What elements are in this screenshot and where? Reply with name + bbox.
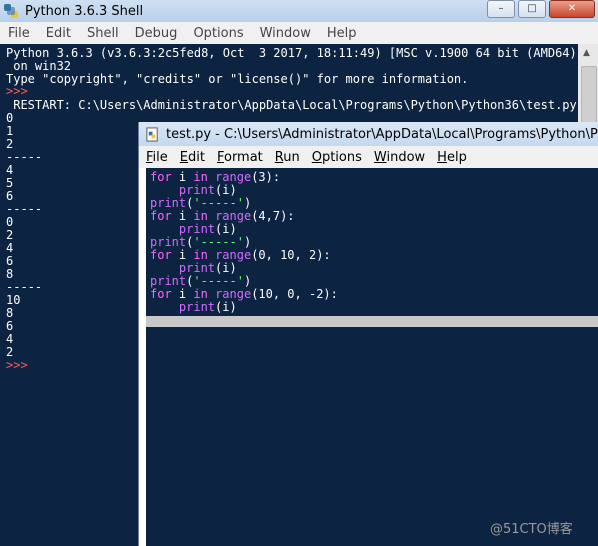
builtin-token: print [178, 300, 216, 314]
scroll-up-icon[interactable]: ▲ [583, 48, 590, 58]
builtin-token: range [215, 209, 252, 223]
editor-menu-edit[interactable]: Edit [173, 150, 210, 165]
builtin-token: print [150, 196, 187, 210]
python-icon [4, 4, 18, 18]
minimize-button[interactable]: – [487, 0, 515, 18]
builtin-token: print [150, 235, 187, 249]
code-token: (10, 0, -2): [251, 287, 338, 301]
editor-menu-file[interactable]: File [139, 150, 173, 165]
builtin-token: print [178, 261, 216, 275]
shell-title: Python 3.6.3 Shell [25, 3, 144, 19]
code-token: (3): [251, 170, 281, 184]
shell-menu-window[interactable]: Window [252, 26, 319, 41]
code-token: (i) [215, 183, 237, 197]
keyword-token: in [193, 287, 208, 301]
code-editor[interactable]: for i in range(3): print(i) print('-----'… [146, 168, 598, 546]
shell-menu-edit[interactable]: Edit [38, 26, 79, 41]
shell-menu-shell[interactable]: Shell [79, 26, 127, 41]
builtin-token: print [178, 222, 216, 236]
keyword-token: in [193, 248, 208, 262]
builtin-token: range [215, 287, 252, 301]
code-token: ) [243, 274, 252, 288]
keyword-token: in [193, 170, 208, 184]
python-file-icon [146, 126, 158, 142]
keyword-token: for [150, 209, 172, 223]
scrollbar-thumb[interactable] [581, 66, 597, 126]
code-token: ) [243, 235, 252, 249]
shell-menu-debug[interactable]: Debug [127, 26, 186, 41]
close-button[interactable]: ✕ [549, 0, 595, 18]
keyword-token: for [150, 248, 172, 262]
code-token: i [171, 248, 194, 262]
builtin-token: print [178, 183, 216, 197]
shell-titlebar[interactable]: Python 3.6.3 Shell – □ ✕ [0, 0, 598, 22]
watermark: @51CTO博客 [490, 522, 573, 537]
editor-menu-run[interactable]: Run [268, 150, 305, 165]
string-token: '-----' [193, 274, 244, 288]
keyword-token: in [193, 209, 208, 223]
editor-titlebar[interactable]: test.py - C:\Users\Administrator\AppData… [139, 122, 598, 146]
current-line-highlight [146, 316, 598, 327]
shell-output-line: Type "copyright", "credits" or "license(… [6, 72, 469, 86]
builtin-token: print [150, 274, 187, 288]
shell-prompt: >>> [6, 84, 35, 98]
shell-menu-file[interactable]: File [0, 26, 38, 41]
code-token: (i) [215, 222, 237, 236]
shell-menu-options[interactable]: Options [185, 26, 251, 41]
builtin-token: range [215, 170, 252, 184]
shell-menubar: File Edit Shell Debug Options Window Help [0, 22, 598, 44]
code-token: (0, 10, 2): [251, 248, 331, 262]
code-token: (i) [215, 261, 237, 275]
code-token: (4,7): [251, 209, 295, 223]
keyword-token: for [150, 287, 172, 301]
editor-menubar: File Edit Format Run Options Window Help [139, 146, 598, 168]
shell-output-line: Python 3.6.3 (v3.6.3:2c5fed8, Oct 3 2017… [6, 46, 578, 60]
code-token: (i) [215, 300, 237, 314]
code-token: i [171, 287, 194, 301]
code-token: ) [243, 196, 252, 210]
editor-title: test.py - C:\Users\Administrator\AppData… [166, 126, 598, 142]
code-token: i [171, 170, 194, 184]
string-token: '-----' [193, 196, 244, 210]
shell-prompt: >>> [6, 358, 35, 372]
code-line: print(i) [150, 301, 237, 314]
editor-menu-options[interactable]: Options [305, 150, 367, 165]
string-token: '-----' [193, 235, 244, 249]
code-token: i [171, 209, 194, 223]
editor-menu-format[interactable]: Format [210, 150, 268, 165]
editor-menu-help[interactable]: Help [430, 150, 472, 165]
builtin-token: range [215, 248, 252, 262]
maximize-button[interactable]: □ [518, 0, 546, 18]
shell-output-line: RESTART: C:\Users\Administrator\AppData\… [6, 98, 577, 112]
editor-window: test.py - C:\Users\Administrator\AppData… [138, 122, 598, 546]
editor-menu-window[interactable]: Window [367, 150, 430, 165]
shell-window-controls: – □ ✕ [487, 0, 598, 18]
keyword-token: for [150, 170, 172, 184]
shell-menu-help[interactable]: Help [319, 26, 365, 41]
